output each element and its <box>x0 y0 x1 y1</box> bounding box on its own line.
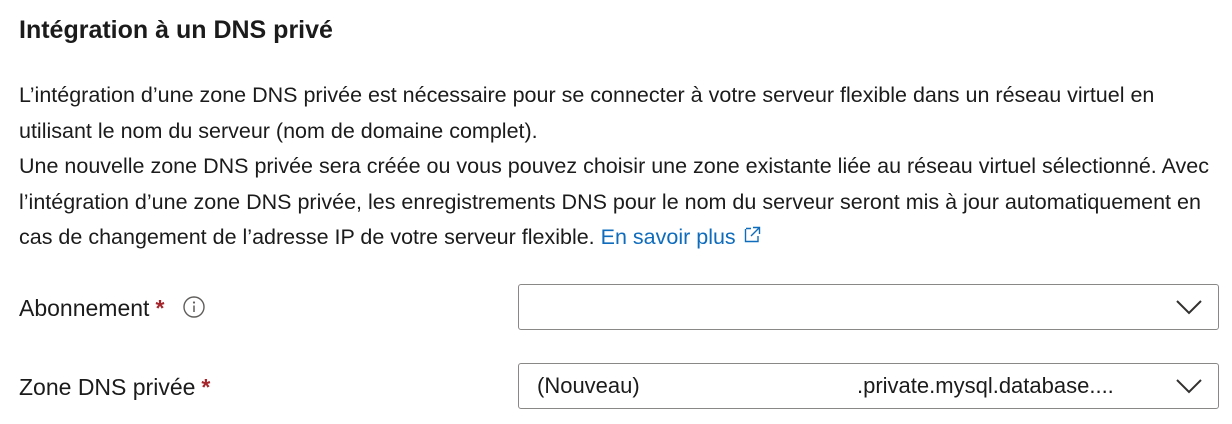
required-asterisk: * <box>201 374 211 400</box>
chevron-down-icon[interactable] <box>1175 297 1203 317</box>
subscription-label: Abonnement <box>19 295 150 321</box>
subscription-row: Abonnement * <box>0 284 1232 332</box>
dns-integration-panel: Intégration à un DNS privé L’intégration… <box>0 0 1232 424</box>
description-paragraph-1: L’intégration d’une zone DNS privée est … <box>19 83 1155 143</box>
private-dns-zone-row: Zone DNS privée * (Nouveau) .private.mysq… <box>0 363 1232 411</box>
info-icon[interactable] <box>182 295 206 319</box>
description-paragraph-2: Une nouvelle zone DNS privée sera créée … <box>19 149 1224 256</box>
subscription-dropdown[interactable] <box>518 284 1219 330</box>
private-dns-zone-label-group: Zone DNS privée * <box>19 370 210 404</box>
section-description: L’intégration d’une zone DNS privée est … <box>19 78 1224 256</box>
required-asterisk: * <box>155 295 165 321</box>
private-dns-zone-label: Zone DNS privée <box>19 374 196 400</box>
subscription-label-group: Abonnement * <box>19 291 206 325</box>
section-title: Intégration à un DNS privé <box>19 16 333 44</box>
external-link-icon[interactable] <box>742 225 762 245</box>
private-dns-zone-dropdown[interactable]: (Nouveau) .private.mysql.database.... <box>518 363 1219 409</box>
private-dns-zone-value-suffix: .private.mysql.database.... <box>857 373 1114 398</box>
learn-more-link[interactable]: En savoir plus <box>601 225 762 249</box>
private-dns-zone-value-prefix: (Nouveau) <box>537 373 640 398</box>
chevron-down-icon[interactable] <box>1175 376 1203 396</box>
learn-more-label[interactable]: En savoir plus <box>601 225 736 249</box>
